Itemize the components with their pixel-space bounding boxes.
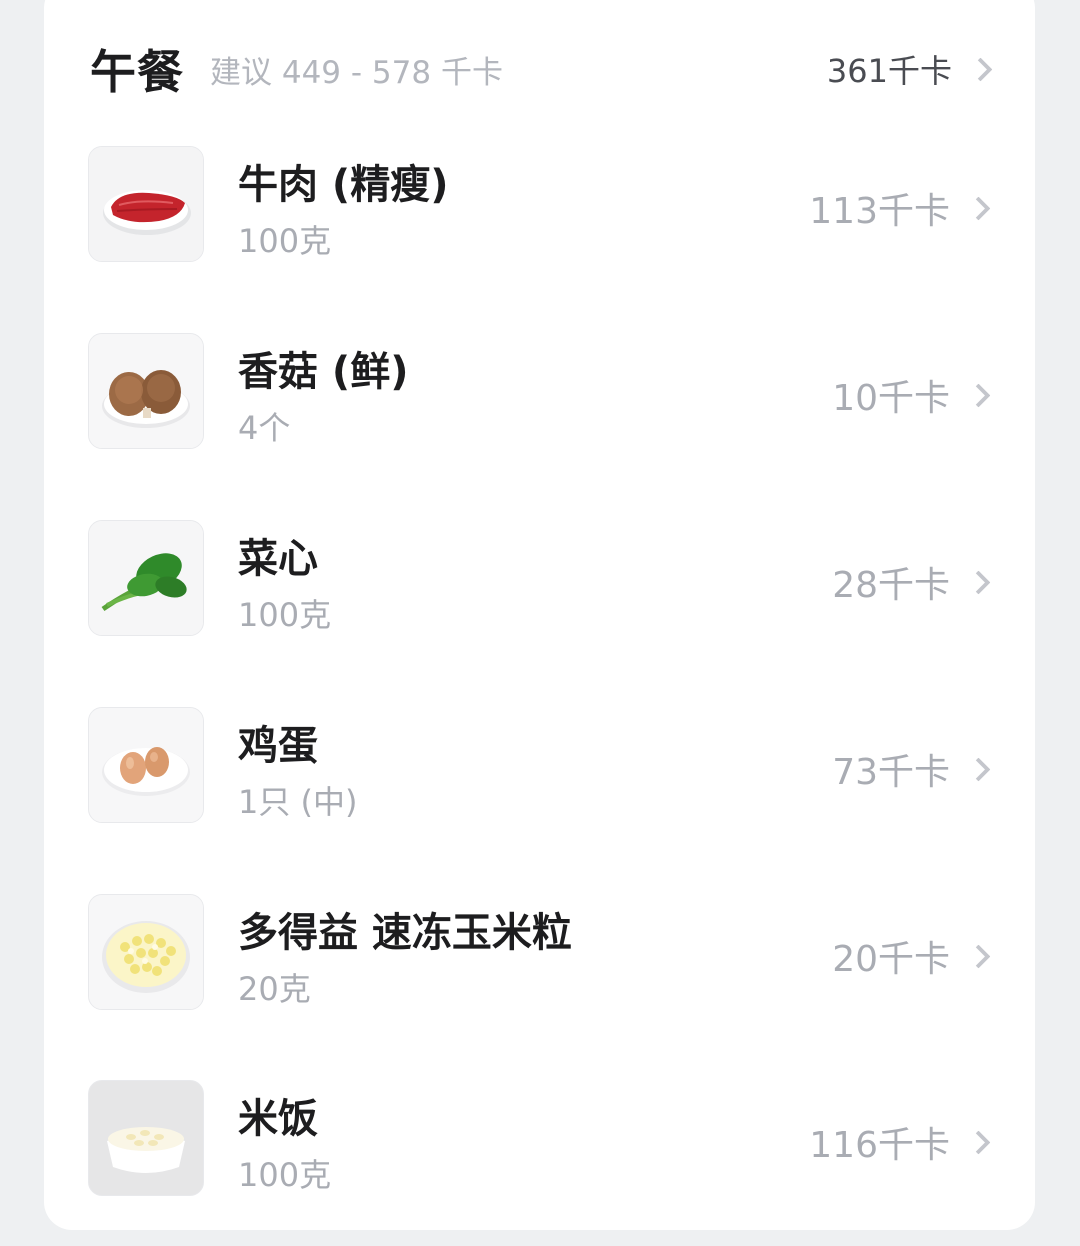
chevron-right-icon	[968, 56, 993, 82]
food-kcal: 10千卡	[832, 378, 950, 419]
chevron-right-icon	[966, 943, 991, 969]
food-name: 牛肉 (精瘦)	[238, 162, 449, 208]
chevron-right-icon	[966, 382, 991, 408]
mushroom-icon	[88, 333, 204, 449]
corn-icon	[88, 894, 204, 1010]
egg-icon	[88, 707, 204, 823]
food-amount: 20克	[238, 970, 311, 1008]
food-name: 鸡蛋	[238, 723, 318, 769]
food-amount: 4个	[238, 409, 291, 447]
chevron-right-icon	[966, 569, 991, 595]
food-amount: 100克	[238, 1156, 332, 1194]
food-name: 米饭	[238, 1096, 318, 1142]
food-item-mushroom[interactable]: 香菇 (鲜) 4个 10千卡	[88, 333, 993, 449]
food-item-egg[interactable]: 鸡蛋 1只 (中) 73千卡	[88, 707, 993, 823]
chevron-right-icon	[966, 756, 991, 782]
food-kcal: 28千卡	[832, 565, 950, 606]
food-kcal-button[interactable]: 73千卡	[832, 743, 993, 795]
chevron-right-icon	[966, 1129, 991, 1155]
meal-title: 午餐	[90, 45, 184, 99]
choy-sum-icon	[88, 520, 204, 636]
food-kcal-button[interactable]: 10千卡	[832, 369, 993, 421]
food-amount: 100克	[238, 596, 332, 634]
food-kcal-button[interactable]: 113千卡	[809, 182, 993, 234]
food-name: 多得益 速冻玉米粒	[238, 910, 572, 956]
food-kcal: 113千卡	[809, 191, 950, 232]
meal-calorie-suggestion: 建议 449 - 578 千卡	[210, 54, 503, 91]
food-kcal-button[interactable]: 116千卡	[809, 1116, 993, 1168]
food-name: 香菇 (鲜)	[238, 349, 409, 395]
food-item-beef[interactable]: 牛肉 (精瘦) 100克 113千卡	[88, 146, 993, 262]
food-amount: 100克	[238, 222, 332, 260]
rice-icon	[88, 1080, 204, 1196]
food-kcal: 20千卡	[832, 939, 950, 980]
meal-total-button[interactable]: 361千卡	[827, 46, 995, 92]
beef-icon	[88, 146, 204, 262]
food-kcal-button[interactable]: 28千卡	[832, 556, 993, 608]
food-kcal: 116千卡	[809, 1125, 950, 1166]
food-item-rice[interactable]: 米饭 100克 116千卡	[88, 1080, 993, 1196]
food-kcal: 73千卡	[832, 752, 950, 793]
food-item-corn[interactable]: 多得益 速冻玉米粒 20克 20千卡	[88, 894, 993, 1010]
food-item-choy-sum[interactable]: 菜心 100克 28千卡	[88, 520, 993, 636]
food-kcal-button[interactable]: 20千卡	[832, 930, 993, 982]
meal-total-kcal: 361千卡	[826, 52, 952, 90]
food-amount: 1只 (中)	[238, 783, 358, 821]
food-name: 菜心	[238, 536, 318, 582]
meal-header: 午餐 建议 449 - 578 千卡 361千卡	[90, 36, 995, 102]
chevron-right-icon	[966, 195, 991, 221]
